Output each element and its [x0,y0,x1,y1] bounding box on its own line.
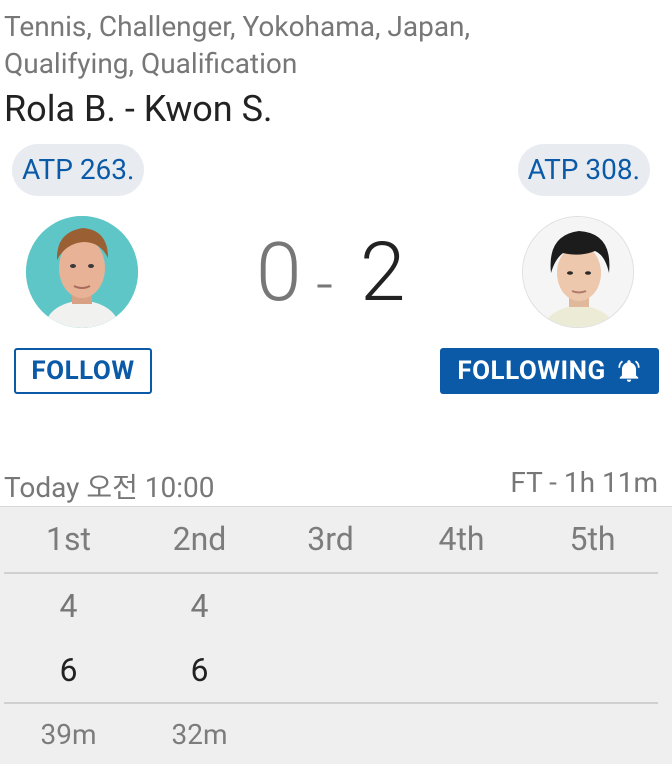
score-separator: - [316,249,334,320]
follow-home-label: FOLLOW [31,356,135,386]
match-start-time: Today 오전 10:00 [4,471,215,504]
match-status: FT - 1h 11m [510,466,658,499]
table-divider [4,702,658,704]
home-set-1: 4 [59,587,78,625]
home-rank-badge[interactable]: ATP 263. [12,144,145,196]
home-score: 0 [256,225,302,321]
set-duration-2: 32m [171,718,228,751]
set-header-2: 2nd [172,520,227,558]
bell-icon [618,360,640,382]
following-away-label: FOLLOWING [457,356,606,386]
away-set-2: 6 [190,651,209,689]
set-header-4: 4th [438,520,485,558]
match-title: Rola B. - Kwon S. [4,88,273,130]
away-player-avatar[interactable] [522,216,634,328]
set-header-5: 5th [569,520,616,558]
table-divider [4,572,658,574]
set-duration-1: 39m [40,718,97,751]
away-rank-badge[interactable]: ATP 308. [517,144,650,196]
breadcrumb: Tennis, Challenger, Yokohama, Japan, Qua… [4,10,471,80]
home-player-avatar[interactable] [26,216,138,328]
away-score: 2 [360,225,406,321]
home-set-2: 4 [190,587,209,625]
set-header-1: 1st [46,520,91,558]
set-header-3: 3rd [307,520,354,558]
follow-home-button[interactable]: FOLLOW [14,348,152,394]
away-set-1: 6 [59,651,78,689]
following-away-button[interactable]: FOLLOWING [440,348,659,394]
